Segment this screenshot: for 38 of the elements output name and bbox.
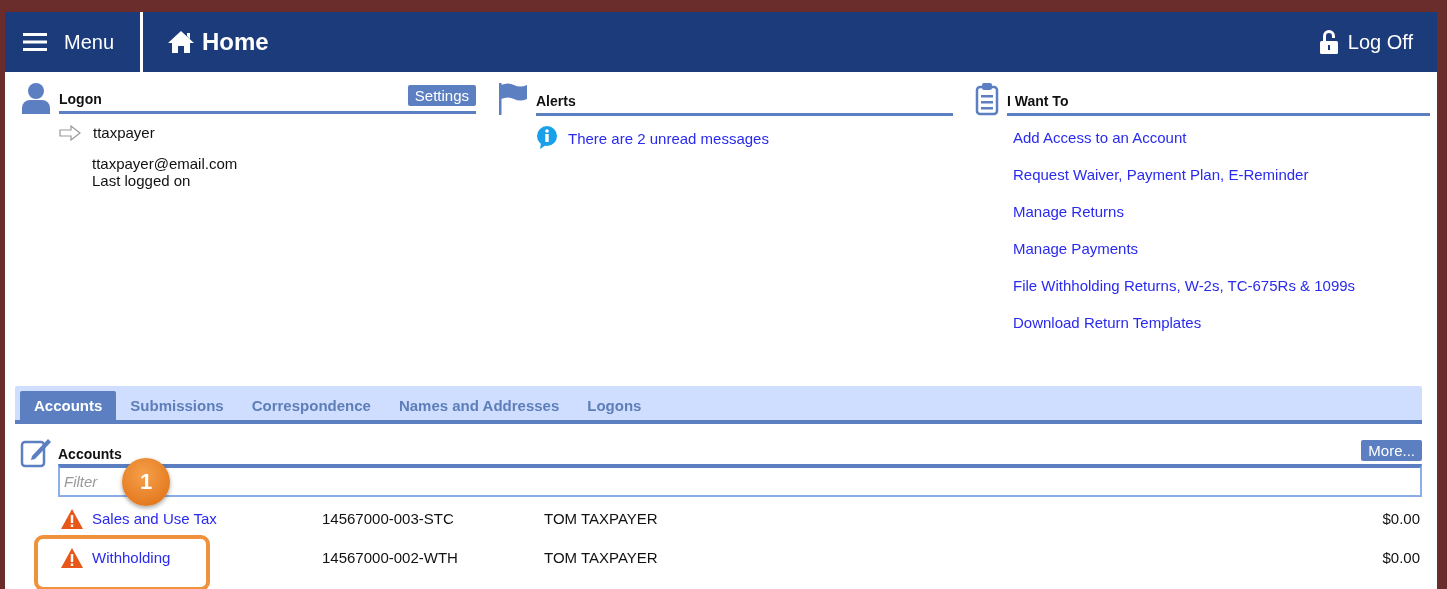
tab[interactable]: Accounts bbox=[20, 391, 117, 420]
log-off-button[interactable]: Log Off bbox=[1312, 28, 1419, 56]
table-cell-text: TOM TAXPAYER bbox=[544, 510, 659, 527]
section-heading: I Want To bbox=[1007, 93, 1069, 109]
last-logged-text: Last logged on bbox=[92, 172, 192, 189]
section-heading: Logon bbox=[59, 91, 102, 107]
table-cell-text: 14567000-002-WTH bbox=[322, 549, 459, 566]
lock-icon bbox=[1318, 29, 1339, 55]
action-link[interactable]: Request Waiver, Payment Plan, E-Reminder bbox=[1013, 166, 1430, 183]
edit-icon bbox=[20, 436, 52, 468]
home-icon bbox=[167, 30, 195, 54]
table-cell: $0.00 bbox=[1382, 510, 1420, 527]
menu-button[interactable]: Menu bbox=[5, 12, 140, 72]
flag-icon bbox=[498, 82, 528, 116]
menu-icon bbox=[23, 32, 47, 52]
more-button[interactable]: More... bbox=[1361, 440, 1422, 461]
table-cell-text: 14567000-003-STC bbox=[322, 510, 455, 527]
table-cell-text: TOM TAXPAYER bbox=[544, 549, 659, 566]
section-heading: Accounts bbox=[58, 446, 122, 462]
account-link[interactable]: Withholding bbox=[92, 549, 171, 566]
callout-badge: 1 bbox=[122, 458, 170, 506]
clipboard-icon bbox=[975, 82, 999, 116]
user-icon bbox=[21, 82, 51, 114]
action-link[interactable]: Add Access to an Account bbox=[1013, 129, 1430, 146]
settings-button[interactable]: Settings bbox=[407, 85, 476, 106]
account-link[interactable]: Sales and Use Tax bbox=[92, 510, 217, 527]
page-title: Home bbox=[202, 28, 269, 56]
action-link[interactable]: Download Return Templates bbox=[1013, 314, 1430, 331]
action-link[interactable]: File Withholding Returns, W-2s, TC-675Rs & 1099s bbox=[1013, 277, 1430, 294]
table-cell: $0.00 bbox=[1382, 549, 1420, 566]
section-heading: Alerts bbox=[536, 93, 576, 109]
username-text: ttaxpayer bbox=[93, 124, 155, 141]
action-link[interactable]: Manage Returns bbox=[1013, 203, 1430, 220]
info-icon bbox=[536, 126, 558, 150]
email-text: ttaxpayer@email.com bbox=[92, 155, 239, 172]
arrow-icon bbox=[59, 124, 81, 141]
alerts-link[interactable]: There are 2 unread messages bbox=[568, 129, 769, 147]
action-link[interactable]: Manage Payments bbox=[1013, 240, 1430, 257]
